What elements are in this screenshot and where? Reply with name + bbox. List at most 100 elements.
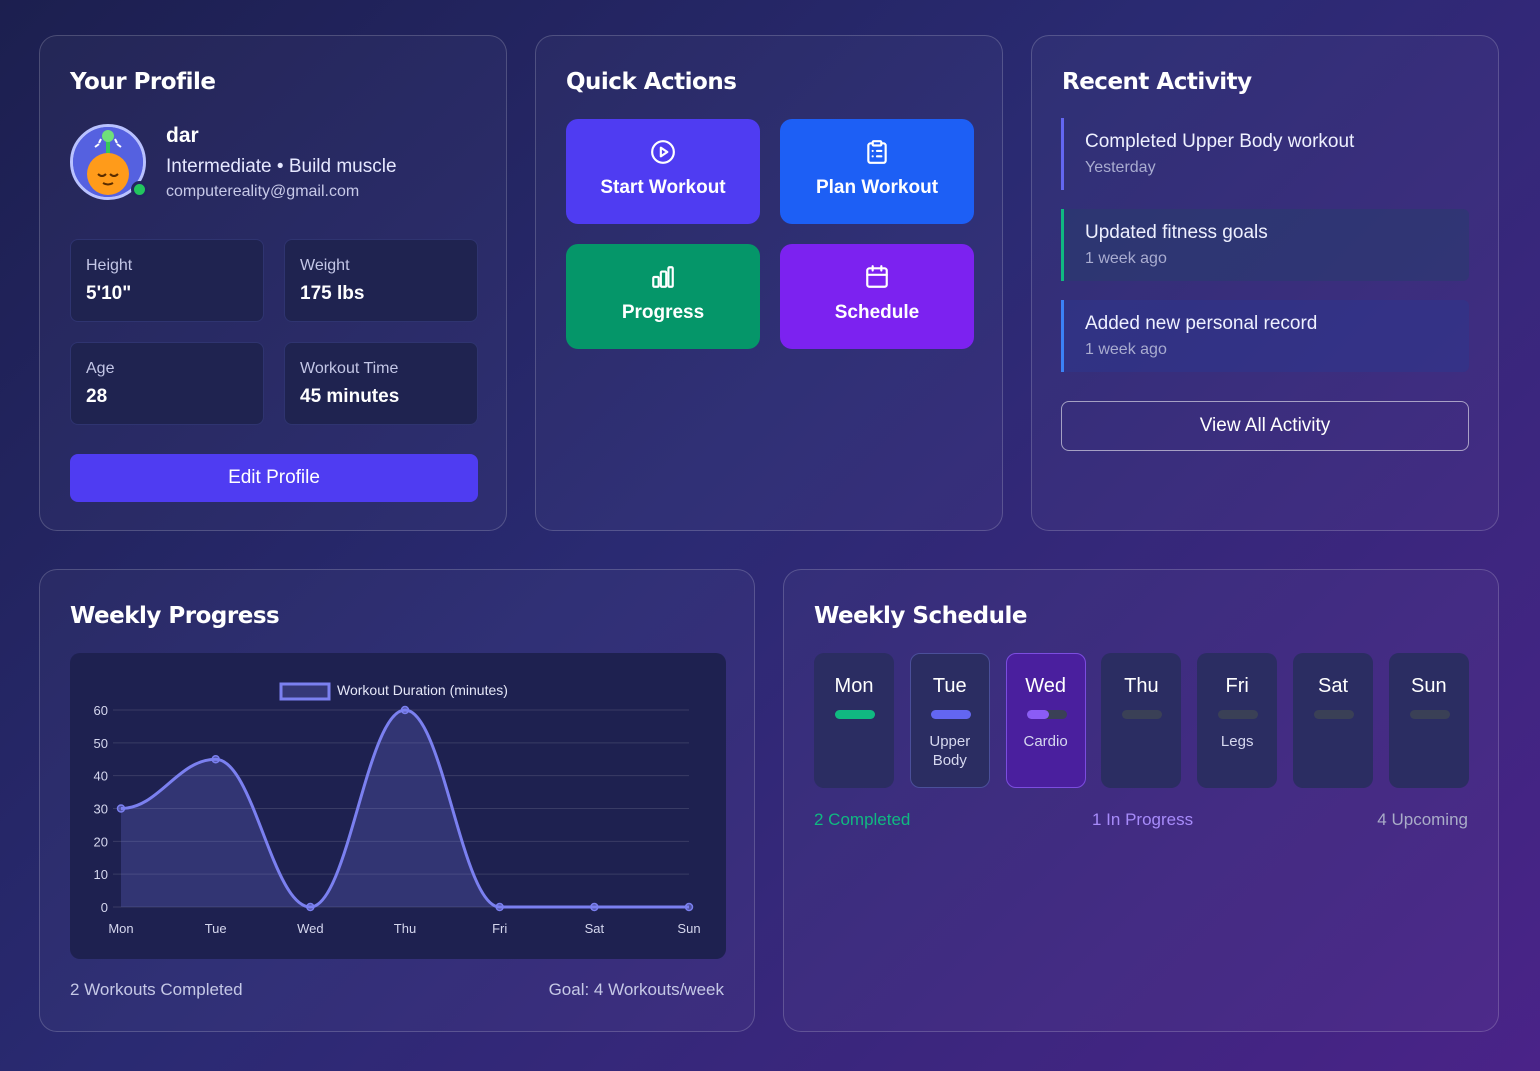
- day-name: Tue: [932, 675, 967, 697]
- stat-value: 45 minutes: [300, 386, 400, 407]
- y-tick-label: 20: [94, 834, 108, 849]
- quick-actions-card: Quick Actions Start Workout Plan Workout…: [535, 35, 1003, 531]
- stat-label: Weight: [300, 257, 350, 274]
- data-point: [590, 902, 599, 912]
- plan-workout-button[interactable]: Plan Workout: [780, 119, 974, 224]
- user-email: computereality@gmail.com: [166, 183, 360, 200]
- stat-label: Age: [86, 360, 115, 377]
- activity-title: Completed Upper Body workout: [1085, 131, 1355, 152]
- x-tick-label: Wed: [297, 921, 324, 936]
- schedule-day-wed[interactable]: Wed Cardio: [1005, 653, 1086, 788]
- activity-item[interactable]: Completed Upper Body workout Yesterday: [1061, 118, 1469, 190]
- day-progress-bar: [930, 710, 971, 719]
- x-tick-label: Tue: [205, 921, 227, 936]
- upcoming-count: 4 Upcoming: [1377, 810, 1468, 829]
- schedule-button[interactable]: Schedule: [780, 244, 974, 349]
- stat-label: Workout Time: [300, 360, 399, 377]
- activity-title: Updated fitness goals: [1085, 222, 1268, 243]
- data-point: [211, 755, 220, 764]
- stat-height: Height 5'10": [70, 239, 264, 322]
- day-progress-bar: [1026, 710, 1067, 719]
- schedule-label: Schedule: [834, 302, 920, 323]
- day-progress-bar: [1122, 710, 1163, 719]
- stat-workout-time: Workout Time 45 minutes: [284, 342, 478, 425]
- day-name: Fri: [1225, 675, 1249, 697]
- workouts-completed-text: 2 Workouts Completed: [70, 980, 243, 999]
- schedule-day-tue[interactable]: Tue Upper Body: [909, 653, 990, 788]
- day-name: Sun: [1411, 675, 1447, 697]
- user-level-goal: Intermediate • Build muscle: [166, 156, 397, 177]
- x-tick-label: Mon: [108, 921, 133, 936]
- day-name: Wed: [1025, 675, 1066, 697]
- y-tick-label: 0: [101, 900, 108, 915]
- day-progress-fill: [1026, 710, 1049, 719]
- play-circle-icon: [651, 140, 675, 164]
- activity-time: 1 week ago: [1085, 341, 1167, 358]
- plan-workout-label: Plan Workout: [815, 177, 939, 198]
- day-workout-label: Legs: [1220, 733, 1254, 750]
- data-point: [495, 902, 504, 912]
- user-name: dar: [166, 124, 199, 147]
- stat-weight: Weight 175 lbs: [284, 239, 478, 322]
- data-point: [116, 804, 126, 813]
- avatar[interactable]: [70, 124, 148, 200]
- view-all-activity-button[interactable]: View All Activity: [1061, 401, 1469, 451]
- legend-label: Workout Duration (minutes): [337, 682, 508, 698]
- chart-svg: 0 10 20 30 40 50 60 Mon Tue Wed Thu Fri Sat Sun Workou…: [94, 682, 701, 936]
- edit-profile-button[interactable]: Edit Profile: [70, 454, 478, 502]
- day-progress-fill: [835, 710, 875, 719]
- bar-chart-icon: [652, 266, 674, 288]
- x-tick-label: Fri: [492, 921, 507, 936]
- stat-value: 28: [86, 386, 108, 407]
- x-tick-label: Sun: [677, 921, 700, 936]
- completed-count: 2 Completed: [814, 810, 911, 829]
- stat-age: Age 28: [70, 342, 264, 425]
- day-name: Sat: [1317, 675, 1349, 697]
- y-tick-label: 40: [94, 769, 108, 784]
- legend-swatch: [279, 682, 331, 701]
- weekly-schedule-card: Weekly Schedule Mon Tue Upper Body Wed Cardi…: [783, 569, 1499, 1032]
- schedule-day-sun[interactable]: Sun: [1388, 653, 1469, 788]
- weekly-progress-card: Weekly Progress 0 10 20 30 40 50 60 Mon Tue Wed Th…: [39, 569, 755, 1032]
- weekly-goal-text: Goal: 4 Workouts/week: [548, 980, 724, 999]
- activity-title: Added new personal record: [1085, 313, 1318, 334]
- day-progress-bar: [1314, 710, 1354, 719]
- stat-value: 5'10": [86, 283, 132, 304]
- y-tick-label: 50: [94, 736, 108, 751]
- profile-title: Your Profile: [70, 69, 216, 95]
- schedule-day-thu[interactable]: Thu: [1101, 653, 1182, 788]
- activity-item[interactable]: Updated fitness goals 1 week ago: [1061, 209, 1469, 281]
- y-tick-label: 10: [94, 867, 108, 882]
- progress-label: Progress: [621, 302, 705, 323]
- day-name: Mon: [834, 675, 874, 697]
- activity-time: 1 week ago: [1085, 250, 1167, 267]
- day-progress-fill: [930, 710, 971, 719]
- schedule-day-fri[interactable]: Fri Legs: [1197, 653, 1278, 788]
- clipboard-list-icon: [867, 140, 887, 164]
- data-point: [400, 705, 410, 715]
- workout-duration-chart: 0 10 20 30 40 50 60 Mon Tue Wed Thu Fri Sat Sun Workou…: [70, 653, 726, 959]
- weekly-progress-title: Weekly Progress: [70, 603, 280, 629]
- recent-activity-card: Recent Activity Completed Upper Body wor…: [1031, 35, 1499, 531]
- y-tick-label: 60: [94, 703, 108, 718]
- progress-button[interactable]: Progress: [566, 244, 760, 349]
- activity-time: Yesterday: [1085, 159, 1156, 176]
- activity-item[interactable]: Added new personal record 1 week ago: [1061, 300, 1469, 372]
- data-point: [306, 902, 315, 912]
- schedule-day-sat[interactable]: Sat: [1293, 653, 1373, 788]
- start-workout-label: Start Workout: [600, 177, 726, 198]
- y-tick-label: 30: [94, 802, 108, 817]
- day-progress-bar: [835, 710, 875, 719]
- profile-card: Your Profile dar Intermediate • Build mu…: [39, 35, 507, 531]
- stat-value: 175 lbs: [300, 283, 365, 304]
- start-workout-button[interactable]: Start Workout: [566, 119, 760, 224]
- x-tick-label: Sat: [585, 921, 605, 936]
- day-name: Thu: [1124, 675, 1159, 697]
- day-workout-label: Cardio: [1023, 733, 1068, 750]
- day-progress-bar: [1218, 710, 1259, 719]
- online-status-dot: [131, 181, 148, 198]
- schedule-day-mon[interactable]: Mon: [814, 653, 894, 788]
- in-progress-count: 1 In Progress: [1092, 810, 1194, 829]
- stat-label: Height: [86, 257, 133, 274]
- data-point: [684, 902, 694, 912]
